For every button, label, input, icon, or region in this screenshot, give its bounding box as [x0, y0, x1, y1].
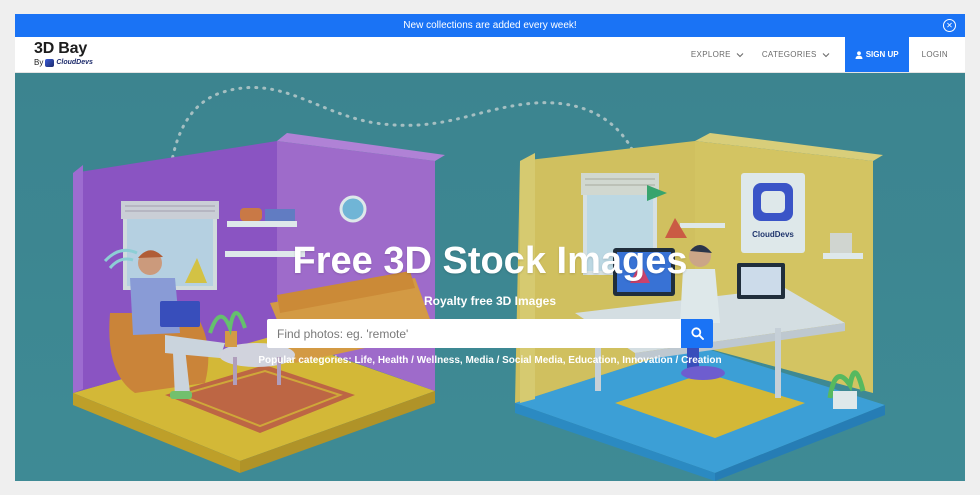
hero-subheadline: Royalty free 3D Images — [423, 294, 557, 308]
announcement-bar: New collections are added every week! ✕ — [15, 14, 965, 37]
search-input[interactable] — [267, 319, 667, 348]
signup-label: SIGN UP — [865, 50, 899, 59]
hero-headline: Free 3D Stock Images — [292, 240, 688, 282]
nav-categories-label: CATEGORIES — [761, 50, 817, 59]
search-button[interactable] — [681, 319, 713, 348]
by-label: By — [34, 58, 44, 67]
chevron-down-icon — [822, 52, 830, 57]
category-link-innovation[interactable]: Innovation / Creation — [622, 355, 721, 366]
nav-explore[interactable]: EXPLORE — [682, 37, 753, 72]
nav-login[interactable]: LOGIN — [913, 37, 965, 72]
signup-button[interactable]: SIGN UP — [844, 37, 909, 72]
search-icon — [690, 327, 704, 340]
category-link-life-health[interactable]: Life, Health / Wellness — [354, 355, 459, 366]
category-link-media[interactable]: Media / Social Media — [465, 355, 562, 366]
category-link-education[interactable]: Education — [568, 355, 616, 366]
search-bar — [267, 319, 713, 348]
popular-label: Popular categories: — [258, 355, 355, 366]
nav-explore-label: EXPLORE — [690, 50, 731, 59]
byline-brand: CloudDevs — [56, 59, 93, 66]
nav-categories[interactable]: CATEGORIES — [753, 37, 839, 72]
popular-categories: Popular categories: Life, Health / Welln… — [258, 355, 722, 366]
user-icon — [855, 50, 863, 59]
clouddevs-logo-icon — [45, 58, 55, 67]
hero-section: CloudDevs Free 3D Stock Images Royalty f… — [15, 73, 965, 481]
login-label: LOGIN — [921, 50, 948, 59]
browser-frame: New collections are added every week! ✕ … — [15, 14, 965, 481]
close-icon[interactable]: ✕ — [943, 19, 956, 32]
logo-byline: By CloudDevs — [34, 58, 93, 67]
navbar: 3D Bay By CloudDevs EXPLORE CATEGORIES S… — [15, 37, 965, 73]
logo-title: 3D Bay — [34, 40, 88, 57]
announcement-text: New collections are added every week! — [403, 20, 577, 31]
nav-menu: EXPLORE CATEGORIES SIGN UP LOGIN — [682, 37, 965, 72]
logo[interactable]: 3D Bay By CloudDevs — [34, 40, 93, 67]
chevron-down-icon — [736, 52, 744, 57]
hero-content: Free 3D Stock Images Royalty free 3D Ima… — [15, 73, 965, 481]
